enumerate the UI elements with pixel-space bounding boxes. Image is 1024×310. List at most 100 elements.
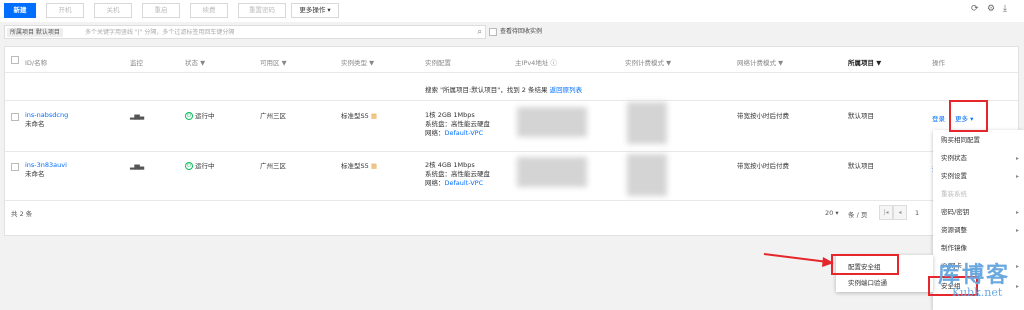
search-placeholder: 多个关键字用竖线 "|" 分隔，多个过滤标签用回车键分隔 [85,29,235,36]
project-cell: 默认项目 [848,112,874,120]
config-network-label: 网络： [425,179,445,187]
status-text: 运行中 [195,162,215,170]
more-actions-button[interactable]: 更多操作 ▾ [291,3,339,18]
menu-item[interactable]: 实例状态 ▸ [933,154,1024,164]
download-icon[interactable]: ⤓ [1003,4,1007,14]
menu-item[interactable]: 资源调整 ▸ [933,226,1024,236]
network-billing-cell: 带宽按小时后付费 [737,112,789,120]
menu-item-label: 资源调整 [941,226,967,234]
col-instance-billing[interactable]: 实例计费模式 ▼ [625,57,671,67]
search-input[interactable]: 所属项目 默认项目 多个关键字用竖线 "|" 分隔，多个过滤标签用回车键分隔 ⌕ [4,25,486,39]
login-link[interactable]: 登录 [932,115,945,124]
menu-item[interactable]: 制作镜像 [933,244,1024,254]
vpc-link[interactable]: Default-VPC [445,129,484,137]
running-icon: ⏻ [185,162,193,170]
menu-item-label: 密码/密钥 [941,208,970,216]
type-cell: 标准型S5 ▦ [341,112,377,121]
col-actions: 操作 [932,59,945,67]
instance-id-link[interactable]: ins-nabsdcng [25,111,68,120]
status-cell: ⏻ 运行中 [185,112,215,121]
menu-item[interactable]: 购买相同配置 [933,136,1024,146]
status-text: 运行中 [195,112,215,120]
watermark-url: Kubk.net [952,286,1003,299]
project-cell: 默认项目 [848,162,874,170]
page-number[interactable]: 1 [915,209,919,217]
settings-icon[interactable]: ⚙ [987,4,995,14]
page-size-select[interactable]: 20 ▾ [825,209,839,217]
refresh-icon[interactable]: ⟳ [971,4,979,14]
highlight-config-security-box [831,254,899,275]
chevron-right-icon: ▸ [1015,209,1019,216]
row-checkbox[interactable] [11,163,19,171]
reset-password-button[interactable]: 重置密码 [238,3,286,18]
col-ip: 主IPv4地址 ⓘ [515,59,557,67]
power-off-button[interactable]: 关机 [94,3,132,18]
prev-page-button[interactable]: ◂ [893,205,907,220]
type-badge-icon: ▦ [370,112,377,120]
divider [5,100,1018,101]
col-zone[interactable]: 可用区 ▼ [260,57,287,67]
new-button[interactable]: 新建 [4,3,36,18]
chevron-right-icon: ▸ [1015,263,1019,270]
menu-item[interactable]: 实例设置 ▸ [933,172,1024,182]
chevron-right-icon: ▸ [1015,155,1019,162]
menu-item[interactable]: 密码/密钥 ▸ [933,208,1024,218]
menu-item: 重装系统 [933,190,1024,200]
zone-cell: 广州三区 [260,112,286,120]
type-cell: 标准型S5 ▦ [341,162,377,171]
port-check-item[interactable]: 实例端口验通 [848,279,887,288]
chevron-right-icon: ▸ [1015,283,1019,290]
first-page-button[interactable]: |◂ [879,205,893,220]
redacted-billing [627,102,667,144]
recycle-checkbox[interactable]: 查看待回收实例 [489,27,542,36]
divider [5,200,1018,201]
menu-item-label: 实例设置 [941,172,967,180]
search-result-notice: 搜索 "所属项目:默认项目"，找到 2 条结果 返回原列表 [425,84,582,94]
col-network-billing[interactable]: 网络计费模式 ▼ [737,57,783,67]
type-text: 标准型S5 [341,162,369,170]
more-actions-label: 更多操作 [299,6,326,14]
highlight-more-box [949,100,988,132]
instance-table: ID/名称 监控 状态 ▼ 可用区 ▼ 实例类型 ▼ 实例配置 主IPv4地址 … [4,46,1019,236]
instance-name: 未命名 [25,170,45,178]
annotation-arrow-icon [763,253,834,267]
row-checkbox[interactable] [11,113,19,121]
monitor-icon[interactable]: ▂▅▃ [130,112,144,121]
checkbox[interactable] [489,27,497,36]
col-status[interactable]: 状态 ▼ [185,57,205,67]
menu-item-label: 购买相同配置 [941,136,980,144]
redacted-billing [627,154,667,196]
return-list-link[interactable]: 返回原列表 [550,86,583,94]
config-network: 网络：Default-VPC [425,129,483,138]
redacted-ip [517,107,587,137]
menu-item-label: 实例状态 [941,154,967,162]
monitor-icon[interactable]: ▂▅▃ [130,162,144,171]
col-config: 实例配置 [425,59,451,67]
select-all-checkbox[interactable] [11,56,19,64]
chevron-down-icon: ▾ [327,6,331,14]
renew-button[interactable]: 续费 [190,3,228,18]
filter-tag-project[interactable]: 所属项目 默认项目 [7,28,63,37]
instance-id-link[interactable]: ins-3n83auvi [25,161,67,170]
total-count: 共 2 条 [11,210,33,218]
chevron-right-icon: ▸ [1015,227,1019,234]
type-badge-icon: ▦ [370,162,377,170]
col-type[interactable]: 实例类型 ▼ [341,57,374,67]
zone-cell: 广州三区 [260,162,286,170]
config-line2: 系统盘：高性能云硬盘 [425,120,490,128]
running-icon: ⏻ [185,112,193,120]
search-icon[interactable]: ⌕ [478,27,482,37]
col-id-name: ID/名称 [25,59,48,67]
restart-button[interactable]: 重启 [142,3,180,18]
config-line1: 1核 2GB 1Mbps [425,111,475,119]
notice-text: 搜索 "所属项目:默认项目"，找到 2 条结果 [425,86,548,94]
divider [5,72,1018,73]
power-on-button[interactable]: 开机 [46,3,84,18]
per-page-label: 条 / 页 [848,211,868,219]
config-network-label: 网络： [425,129,445,137]
type-text: 标准型S5 [341,112,369,120]
menu-item-label: 制作镜像 [941,244,967,252]
col-project[interactable]: 所属项目 ▼ [848,57,881,67]
toolbar: 新建 开机 关机 重启 续费 重置密码 更多操作 ▾ ⟳ ⚙ ⤓ [0,0,1024,22]
vpc-link[interactable]: Default-VPC [445,179,484,187]
